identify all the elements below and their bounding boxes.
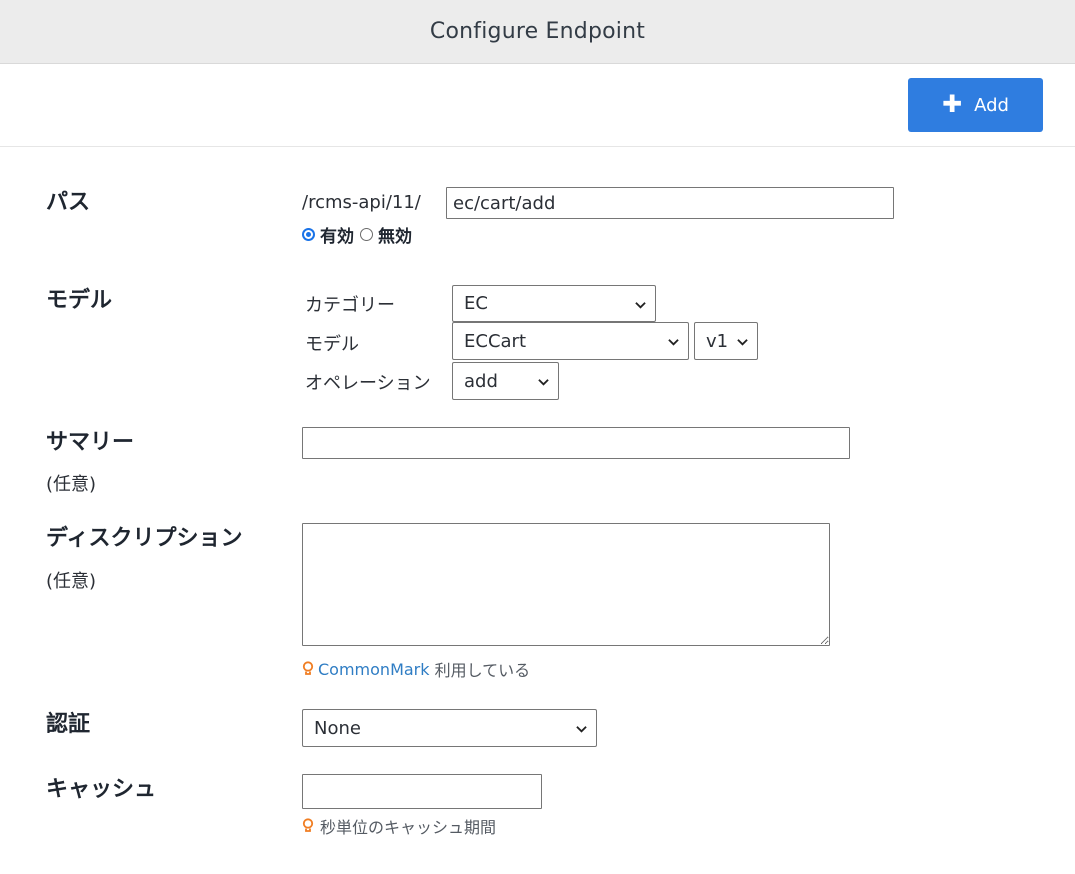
cache-hint: 秒単位のキャッシュ期間	[302, 814, 496, 838]
lightbulb-icon	[302, 661, 314, 675]
radio-enabled[interactable]	[302, 228, 315, 241]
chevron-down-icon	[576, 726, 587, 733]
page-header: Configure Endpoint	[0, 0, 1075, 64]
radio-disabled[interactable]	[360, 228, 373, 241]
description-label: ディスクリプション	[46, 526, 243, 551]
category-select[interactable]: EC	[452, 285, 656, 322]
description-textarea[interactable]	[302, 523, 830, 646]
model-select-value: ECCart	[464, 330, 526, 352]
plus-icon: ✚	[942, 89, 963, 118]
chevron-down-icon	[635, 301, 646, 309]
commonmark-link[interactable]: CommonMark	[318, 660, 430, 679]
path-input[interactable]	[446, 187, 894, 219]
path-prefix: /rcms-api/11/	[302, 192, 421, 213]
radio-enabled-label: 有効	[320, 227, 354, 247]
operation-select-value: add	[464, 370, 498, 392]
summary-input[interactable]	[302, 427, 850, 459]
description-optional: (任意)	[46, 571, 97, 592]
page-title: Configure Endpoint	[429, 19, 646, 44]
chevron-down-icon	[668, 339, 679, 346]
operation-label: オペレーション	[305, 373, 431, 394]
toolbar: ✚ Add	[0, 64, 1075, 147]
version-select-value: v1	[706, 330, 729, 352]
add-button[interactable]: ✚ Add	[908, 78, 1043, 132]
auth-select[interactable]: None	[302, 709, 597, 747]
description-hint-text: 利用している	[429, 661, 531, 680]
model-label: モデル	[46, 288, 113, 313]
auth-label: 認証	[46, 712, 91, 737]
cache-hint-text: 秒単位のキャッシュ期間	[320, 818, 497, 837]
operation-select[interactable]: add	[452, 362, 559, 400]
add-button-label: Add	[974, 94, 1009, 116]
version-select[interactable]: v1	[694, 322, 758, 360]
path-status-radios: 有効 無効	[302, 222, 412, 247]
cache-label: キャッシュ	[46, 777, 157, 802]
chevron-down-icon	[737, 339, 748, 346]
radio-disabled-label: 無効	[378, 227, 412, 247]
cache-input[interactable]	[302, 774, 542, 809]
auth-select-value: None	[314, 717, 361, 739]
model-select-label: モデル	[305, 334, 359, 355]
model-select[interactable]: ECCart	[452, 322, 689, 360]
summary-optional: (任意)	[46, 474, 97, 495]
category-select-value: EC	[464, 293, 488, 314]
chevron-down-icon	[538, 379, 549, 386]
description-hint: CommonMark 利用している	[302, 657, 530, 681]
path-label: パス	[46, 190, 91, 215]
summary-label: サマリー	[46, 430, 135, 455]
lightbulb-icon	[302, 818, 314, 832]
category-label: カテゴリー	[305, 295, 395, 316]
